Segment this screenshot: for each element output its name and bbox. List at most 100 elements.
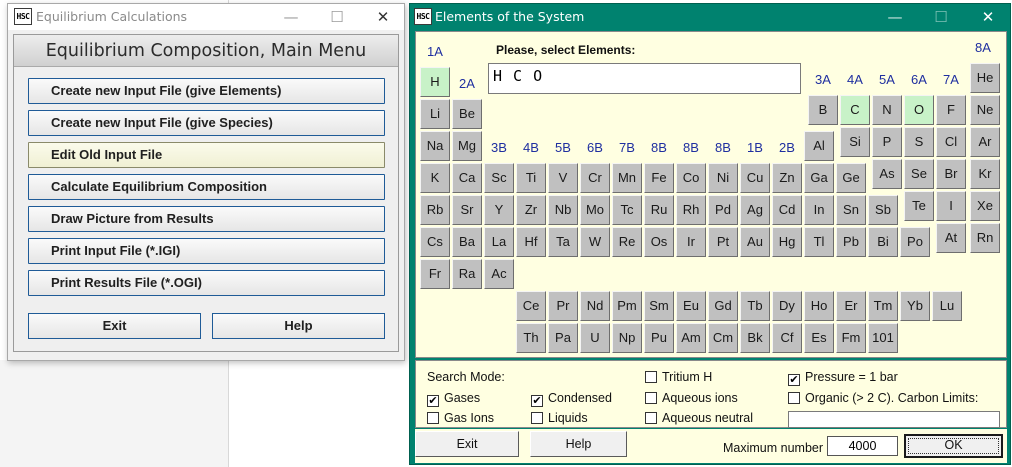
close-button[interactable]: ✕ — [360, 4, 406, 30]
element-ho[interactable]: Ho — [804, 291, 834, 321]
element-p[interactable]: P — [872, 127, 902, 157]
element-se[interactable]: Se — [904, 159, 934, 189]
minimize-button[interactable]: — — [268, 4, 314, 30]
element-b[interactable]: B — [808, 95, 838, 125]
element-c[interactable]: C — [840, 95, 870, 125]
element-tl[interactable]: Tl — [804, 227, 834, 257]
pressure-checkbox[interactable]: ✔ — [788, 374, 800, 386]
aqueous-neutral-checkbox[interactable] — [645, 412, 657, 424]
element-v[interactable]: V — [548, 163, 578, 193]
element-pm[interactable]: Pm — [612, 291, 642, 321]
help-button[interactable]: Help — [530, 431, 627, 457]
gas-ions-option[interactable]: Gas Ions — [427, 411, 494, 425]
element-pb[interactable]: Pb — [836, 227, 866, 257]
pressure-option[interactable]: ✔ Pressure = 1 bar — [788, 370, 898, 386]
organic-option[interactable]: Organic (> 2 C). Carbon Limits: — [788, 391, 978, 405]
element-es[interactable]: Es — [804, 323, 834, 353]
element-fr[interactable]: Fr — [420, 259, 450, 289]
exit-button[interactable]: Exit — [28, 313, 201, 339]
element-ge[interactable]: Ge — [836, 163, 866, 193]
element-cd[interactable]: Cd — [772, 195, 802, 225]
calculate-equilibrium-button[interactable]: Calculate Equilibrium Composition — [28, 174, 385, 200]
element-cu[interactable]: Cu — [740, 163, 770, 193]
element-cl[interactable]: Cl — [936, 127, 966, 157]
element-na[interactable]: Na — [420, 131, 450, 161]
create-input-species-button[interactable]: Create new Input File (give Species) — [28, 110, 385, 136]
close-button[interactable]: ✕ — [965, 4, 1011, 30]
element-pr[interactable]: Pr — [548, 291, 578, 321]
element-zr[interactable]: Zr — [516, 195, 546, 225]
liquids-checkbox[interactable] — [531, 412, 543, 424]
element-n[interactable]: N — [872, 95, 902, 125]
element-np[interactable]: Np — [612, 323, 642, 353]
element-al[interactable]: Al — [804, 131, 834, 161]
element-o[interactable]: O — [904, 95, 934, 125]
maximum-number-input[interactable]: 4000 — [827, 436, 898, 456]
element-th[interactable]: Th — [516, 323, 546, 353]
title-bar[interactable]: HSC Equilibrium Calculations — ☐ ✕ — [8, 4, 404, 30]
element-xe[interactable]: Xe — [970, 191, 1000, 221]
element-ga[interactable]: Ga — [804, 163, 834, 193]
element-tc[interactable]: Tc — [612, 195, 642, 225]
create-input-elements-button[interactable]: Create new Input File (give Elements) — [28, 78, 385, 104]
element-bi[interactable]: Bi — [868, 227, 898, 257]
element-sb[interactable]: Sb — [868, 195, 898, 225]
tritium-option[interactable]: Tritium H — [645, 370, 712, 384]
print-input-file-button[interactable]: Print Input File (*.IGI) — [28, 238, 385, 264]
element-sm[interactable]: Sm — [644, 291, 674, 321]
element-br[interactable]: Br — [936, 159, 966, 189]
element-k[interactable]: K — [420, 163, 450, 193]
element-mn[interactable]: Mn — [612, 163, 642, 193]
element-cm[interactable]: Cm — [708, 323, 738, 353]
aqueous-ions-checkbox[interactable] — [645, 392, 657, 404]
edit-old-input-button[interactable]: Edit Old Input File — [28, 142, 385, 168]
element-ca[interactable]: Ca — [452, 163, 482, 193]
print-results-file-button[interactable]: Print Results File (*.OGI) — [28, 270, 385, 296]
element-kr[interactable]: Kr — [970, 159, 1000, 189]
element-ag[interactable]: Ag — [740, 195, 770, 225]
element-ir[interactable]: Ir — [676, 227, 706, 257]
element-sn[interactable]: Sn — [836, 195, 866, 225]
element-co[interactable]: Co — [676, 163, 706, 193]
element-rn[interactable]: Rn — [970, 223, 1000, 253]
element-ac[interactable]: Ac — [484, 259, 514, 289]
element-ti[interactable]: Ti — [516, 163, 546, 193]
element-yb[interactable]: Yb — [900, 291, 930, 321]
element-nb[interactable]: Nb — [548, 195, 578, 225]
element-ni[interactable]: Ni — [708, 163, 738, 193]
tritium-checkbox[interactable] — [645, 371, 657, 383]
draw-picture-button[interactable]: Draw Picture from Results — [28, 206, 385, 232]
element-po[interactable]: Po — [900, 227, 930, 257]
element-ba[interactable]: Ba — [452, 227, 482, 257]
element-la[interactable]: La — [484, 227, 514, 257]
element-li[interactable]: Li — [420, 99, 450, 129]
element-cs[interactable]: Cs — [420, 227, 450, 257]
element-fm[interactable]: Fm — [836, 323, 866, 353]
element-pa[interactable]: Pa — [548, 323, 578, 353]
help-button[interactable]: Help — [212, 313, 385, 339]
minimize-button[interactable]: — — [872, 4, 918, 30]
element-as[interactable]: As — [872, 159, 902, 189]
element-ru[interactable]: Ru — [644, 195, 674, 225]
element-f[interactable]: F — [936, 95, 966, 125]
element-u[interactable]: U — [580, 323, 610, 353]
element-ar[interactable]: Ar — [970, 127, 1000, 157]
condensed-checkbox[interactable]: ✔ — [531, 395, 543, 407]
element-at[interactable]: At — [936, 223, 966, 253]
element-pd[interactable]: Pd — [708, 195, 738, 225]
element-pu[interactable]: Pu — [644, 323, 674, 353]
element-i[interactable]: I — [936, 191, 966, 221]
element-nd[interactable]: Nd — [580, 291, 610, 321]
element-101[interactable]: 101 — [868, 323, 898, 353]
element-hg[interactable]: Hg — [772, 227, 802, 257]
element-fe[interactable]: Fe — [644, 163, 674, 193]
exit-button[interactable]: Exit — [415, 431, 519, 457]
element-cf[interactable]: Cf — [772, 323, 802, 353]
aqueous-neutral-option[interactable]: Aqueous neutral — [645, 411, 753, 425]
title-bar[interactable]: HSC Elements of the System — ☐ ✕ — [410, 4, 1010, 30]
elements-input[interactable]: H C O — [488, 63, 801, 94]
organic-checkbox[interactable] — [788, 392, 800, 404]
element-w[interactable]: W — [580, 227, 610, 257]
element-au[interactable]: Au — [740, 227, 770, 257]
element-tm[interactable]: Tm — [868, 291, 898, 321]
